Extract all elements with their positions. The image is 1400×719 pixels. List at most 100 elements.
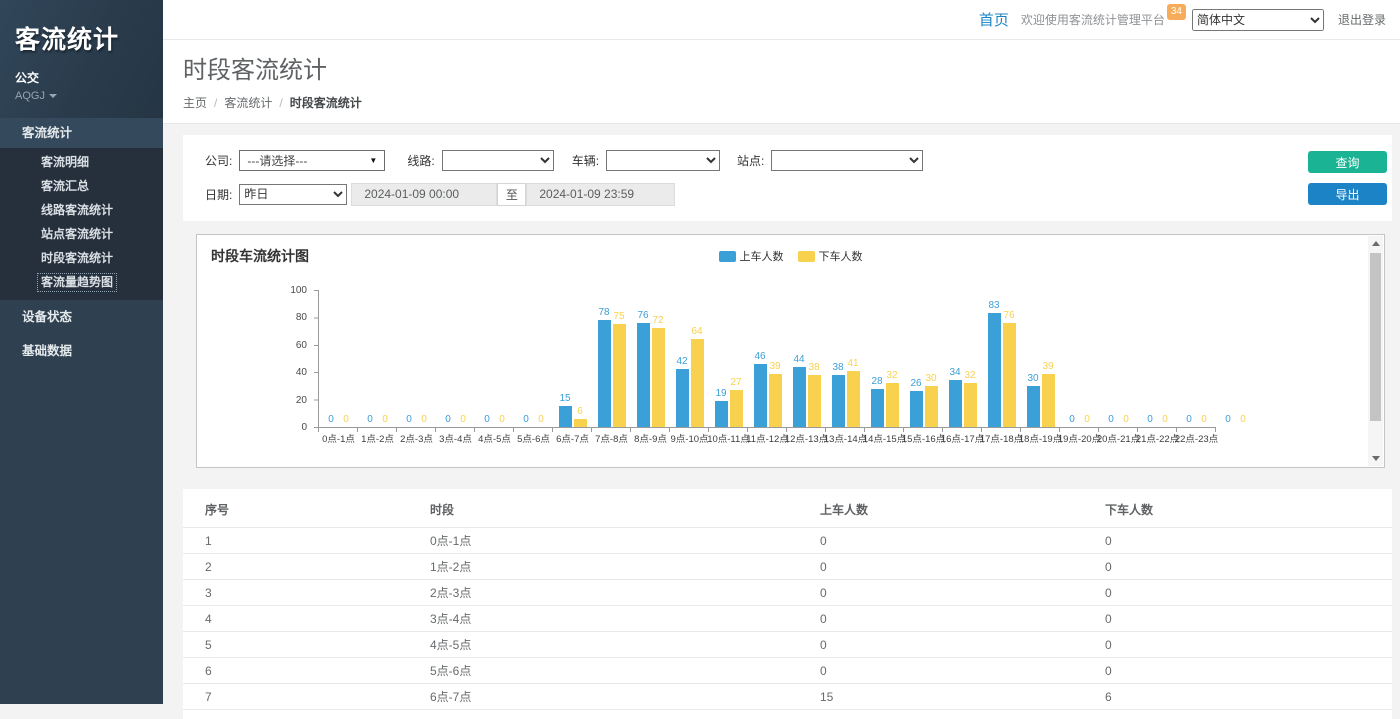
sidebar-item-station-stats[interactable]: 站点客流统计 xyxy=(0,222,163,246)
bar-value-label: 28 xyxy=(871,376,882,388)
bar[interactable] xyxy=(652,328,665,427)
logout-link[interactable]: 退出登录 xyxy=(1338,11,1386,28)
y-tick-label: 60 xyxy=(296,340,307,351)
notification-badge[interactable]: 34 xyxy=(1167,4,1186,20)
chart-category: 76728点-9点 xyxy=(631,290,670,427)
bar[interactable] xyxy=(730,390,743,427)
bar-value-label: 0 xyxy=(1162,414,1168,426)
station-select[interactable] xyxy=(771,150,923,171)
bar[interactable] xyxy=(871,389,884,427)
chevron-down-icon: ▼ xyxy=(369,156,377,165)
search-button[interactable]: 查询 xyxy=(1308,151,1387,173)
sidebar-item-trend-chart[interactable]: 客流量趋势图 xyxy=(0,270,163,294)
language-select[interactable]: 简体中文 xyxy=(1192,9,1324,31)
table-row: 76点-7点156 xyxy=(183,684,1392,710)
bar[interactable] xyxy=(769,374,782,427)
bar[interactable] xyxy=(637,323,650,427)
table-cell: 0 xyxy=(1105,554,1392,580)
bar-value-label: 0 xyxy=(343,414,349,426)
bar-value-label: 83 xyxy=(988,300,999,312)
bar[interactable] xyxy=(754,364,767,427)
table-body: 10点-1点0021点-2点0032点-3点0043点-4点0054点-5点00… xyxy=(183,528,1392,710)
bar-value-label: 0 xyxy=(1201,414,1207,426)
sidebar-item-passenger-detail[interactable]: 客流明细 xyxy=(0,150,163,174)
sidebar-item-line-stats[interactable]: 线路客流统计 xyxy=(0,198,163,222)
breadcrumb-passenger-stats[interactable]: 客流统计 xyxy=(224,94,272,111)
data-table: 序号 时段 上车人数 下车人数 10点-1点0021点-2点0032点-3点00… xyxy=(183,489,1392,710)
date-end-input[interactable] xyxy=(526,183,675,206)
scrollbar-thumb[interactable] xyxy=(1370,253,1381,421)
bar-value-label: 0 xyxy=(382,414,388,426)
bar[interactable] xyxy=(886,383,899,427)
sidebar-item-passenger-summary[interactable]: 客流汇总 xyxy=(0,174,163,198)
bar[interactable] xyxy=(1042,374,1055,427)
bar-value-label: 0 xyxy=(421,414,427,426)
bar[interactable] xyxy=(964,383,977,427)
bar-value-label: 38 xyxy=(808,362,819,374)
x-tick-label: 3点-4点 xyxy=(439,431,472,445)
table-cell: 0 xyxy=(820,554,1105,580)
bar[interactable] xyxy=(949,380,962,427)
bar-value-label: 27 xyxy=(730,377,741,389)
bar[interactable] xyxy=(715,401,728,427)
table-cell: 3点-4点 xyxy=(430,606,820,632)
legend-alighting[interactable]: 下车人数 xyxy=(798,248,863,264)
bar[interactable] xyxy=(847,371,860,427)
bar[interactable] xyxy=(598,320,611,427)
bar[interactable] xyxy=(676,369,689,427)
export-button[interactable]: 导出 xyxy=(1308,183,1387,205)
vehicle-select[interactable] xyxy=(606,150,720,171)
sidebar-item-passenger-stats[interactable]: 客流统计 xyxy=(0,118,163,148)
company-select[interactable]: ---请选择---▼ xyxy=(239,150,385,171)
bar[interactable] xyxy=(910,391,923,427)
chart-scrollbar[interactable] xyxy=(1368,236,1383,466)
breadcrumb-home[interactable]: 主页 xyxy=(183,94,207,111)
bar[interactable] xyxy=(808,375,821,427)
bar-value-label: 76 xyxy=(1003,310,1014,322)
home-link[interactable]: 首页 xyxy=(979,9,1009,30)
chart-category: 283214点-15点 xyxy=(865,290,904,427)
scrollbar-up-arrow[interactable] xyxy=(1368,236,1383,251)
bar[interactable] xyxy=(613,324,626,427)
bar[interactable] xyxy=(832,375,845,427)
sidebar-item-period-stats[interactable]: 时段客流统计 xyxy=(0,246,163,270)
main-area: 首页 欢迎使用客流统计管理平台 34 简体中文 退出登录 时段客流统计 主页 /… xyxy=(163,0,1400,704)
bar[interactable] xyxy=(925,386,938,427)
legend-swatch-yellow xyxy=(798,251,815,262)
table-cell: 2 xyxy=(183,554,430,580)
chart-category: 002点-3点 xyxy=(397,290,436,427)
x-tick-label: 14点-15点 xyxy=(863,431,906,445)
filter-panel: 公司: ---请选择---▼ 线路: 车辆: 站点: 日期: 昨日 至 查询 导… xyxy=(183,135,1392,221)
chart-category: 004点-5点 xyxy=(475,290,514,427)
col-index: 序号 xyxy=(183,489,430,528)
x-tick-label: 11点-12点 xyxy=(746,431,789,445)
account-dropdown[interactable]: AQGJ xyxy=(15,90,148,102)
bar[interactable] xyxy=(574,419,587,427)
bar[interactable] xyxy=(691,339,704,427)
chart-category: 0019点-20点 xyxy=(1060,290,1099,427)
sidebar-item-device-status[interactable]: 设备状态 xyxy=(0,300,163,334)
bar[interactable] xyxy=(559,406,572,427)
app-logo: 客流统计 xyxy=(15,20,148,56)
bar-value-label: 0 xyxy=(1186,414,1192,426)
legend-boarding[interactable]: 上车人数 xyxy=(719,248,784,264)
line-select[interactable] xyxy=(442,150,554,171)
bar[interactable] xyxy=(793,367,806,427)
bar-value-label: 39 xyxy=(769,361,780,373)
table-cell: 5点-6点 xyxy=(430,658,820,684)
sidebar-item-base-data[interactable]: 基础数据 xyxy=(0,334,163,368)
date-start-input[interactable] xyxy=(351,183,497,206)
bar-value-label: 19 xyxy=(715,388,726,400)
table-cell: 0 xyxy=(1105,658,1392,684)
date-preset-select[interactable]: 昨日 xyxy=(239,184,347,205)
chart-category: 463911点-12点 xyxy=(748,290,787,427)
bar[interactable] xyxy=(1027,386,1040,427)
bar-value-label: 0 xyxy=(445,414,451,426)
chart-category: 000点-1点 xyxy=(319,290,358,427)
table-row: 10点-1点00 xyxy=(183,528,1392,554)
table-cell: 7 xyxy=(183,684,430,710)
bar[interactable] xyxy=(1003,323,1016,427)
bar[interactable] xyxy=(988,313,1001,427)
scrollbar-down-arrow[interactable] xyxy=(1368,451,1383,466)
page-title: 时段客流统计 xyxy=(183,56,1400,85)
